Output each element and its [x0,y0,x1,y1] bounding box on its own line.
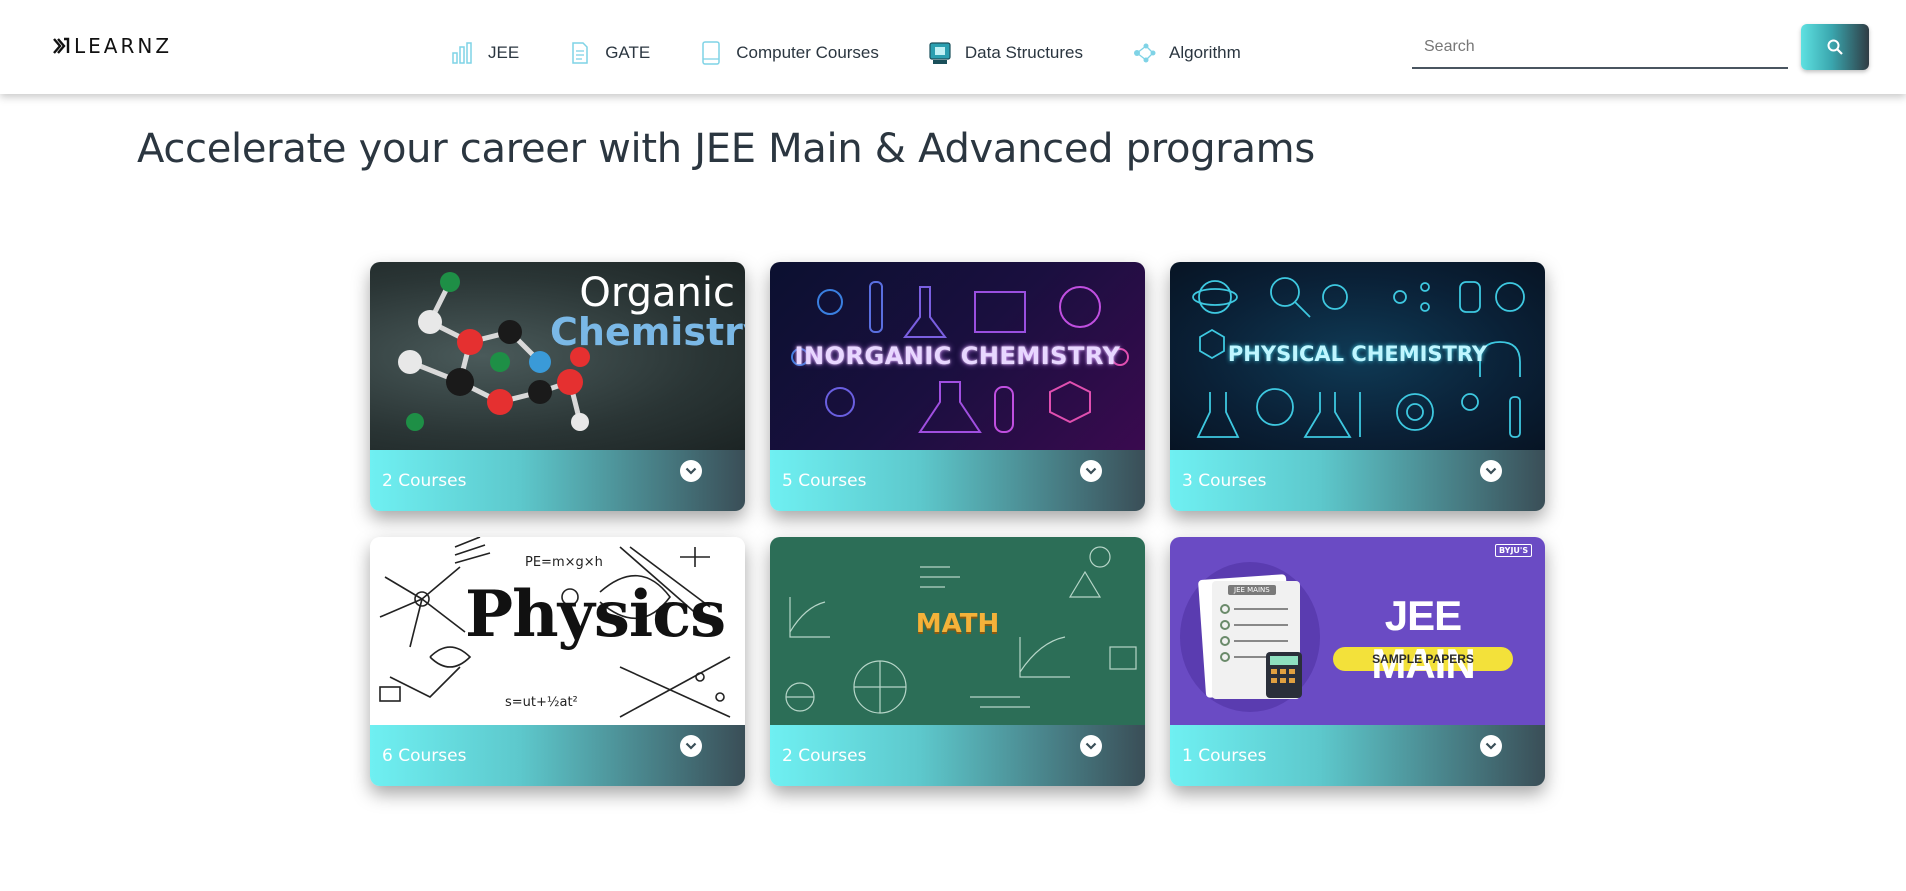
brand-name: LEARNZ [74,34,173,58]
card-image-formula: PE=m×g×h [525,555,603,570]
top-navbar: LEARNZ JEE GATE Computer Courses Data St… [0,0,1906,94]
card-image-title: MATH [915,609,1000,639]
card-image-title: INORGANIC CHEMISTRY [794,342,1121,370]
card-footer: 3 Courses [1170,450,1545,511]
card-image: INORGANIC CHEMISTRY [770,262,1145,450]
nav-label-computer-courses: Computer Courses [736,43,879,62]
card-image-subtitle: SAMPLE PAPERS [1372,652,1474,666]
chevron-down-icon[interactable] [1480,735,1502,757]
chevron-down-icon[interactable] [680,735,702,757]
card-image-title: JEE MAIN [1371,592,1475,687]
card-footer: 2 Courses [770,725,1145,786]
card-image-badge: BYJU'S [1495,544,1533,557]
course-card-jee-main[interactable]: JEE MAINS JEE MAIN SAMPLE PAPERS BYJU'S … [1170,537,1545,786]
chevron-down-icon[interactable] [1080,735,1102,757]
tablet-icon [698,40,724,66]
card-image: MATH [770,537,1145,725]
main-nav: JEE GATE Computer Courses Data Structure… [450,40,1241,66]
card-image: PHYSICAL CHEMISTRY [1170,262,1545,450]
course-count: 1 Courses [1182,746,1267,766]
chevron-down-icon[interactable] [1480,460,1502,482]
document-icon [567,40,593,66]
card-image-title: Physics [465,577,726,652]
logo-mark-icon [53,37,70,54]
nav-item-data-structures[interactable]: Data Structures [927,40,1083,66]
search-icon [1827,39,1843,55]
computer-chip-icon [927,40,953,66]
brand-logo[interactable]: LEARNZ [52,34,172,58]
course-card-inorganic-chemistry[interactable]: INORGANIC CHEMISTRY 5 Courses [770,262,1145,511]
search-button[interactable] [1801,24,1869,70]
search-input[interactable] [1412,28,1788,66]
card-image-title: Organic Chemistry [550,270,745,354]
network-icon [1131,40,1157,66]
course-card-physical-chemistry[interactable]: PHYSICAL CHEMISTRY 3 Courses [1170,262,1545,511]
nav-label-algorithm: Algorithm [1169,43,1241,62]
nav-item-computer-courses[interactable]: Computer Courses [698,40,879,66]
card-footer: 2 Courses [370,450,745,511]
card-footer: 5 Courses [770,450,1145,511]
chevron-down-icon[interactable] [1080,460,1102,482]
nav-label-jee: JEE [488,43,520,62]
bar-chart-icon [450,40,476,66]
card-image-title: PHYSICAL CHEMISTRY [1227,342,1488,366]
card-image: Physics PE=m×g×h s=ut+½at² [370,537,745,725]
card-image: Organic Chemistry [370,262,745,450]
course-card-physics[interactable]: Physics PE=m×g×h s=ut+½at² 6 Courses [370,537,745,786]
nav-item-jee[interactable]: JEE [450,40,519,66]
nav-label-gate: GATE [605,43,651,62]
course-count: 2 Courses [782,746,867,766]
chevron-down-icon[interactable] [680,460,702,482]
course-count: 2 Courses [382,471,467,491]
nav-item-gate[interactable]: GATE [567,40,650,66]
card-footer: 1 Courses [1170,725,1545,786]
card-image-doc-label: JEE MAINS [1228,585,1276,595]
nav-label-data-structures: Data Structures [964,43,1083,62]
search-field [1412,28,1788,69]
course-card-math[interactable]: MATH 2 Courses [770,537,1145,786]
course-count: 3 Courses [1182,471,1267,491]
course-card-organic-chemistry[interactable]: Organic Chemistry 2 Courses [370,262,745,511]
page-headline: Accelerate your career with JEE Main & A… [137,126,1315,172]
card-image: JEE MAINS JEE MAIN SAMPLE PAPERS BYJU'S [1170,537,1545,725]
card-footer: 6 Courses [370,725,745,786]
nav-item-algorithm[interactable]: Algorithm [1131,40,1241,66]
course-count: 6 Courses [382,746,467,766]
course-count: 5 Courses [782,471,867,491]
card-image-formula: s=ut+½at² [505,695,578,710]
course-grid: Organic Chemistry 2 Courses [370,262,1546,786]
